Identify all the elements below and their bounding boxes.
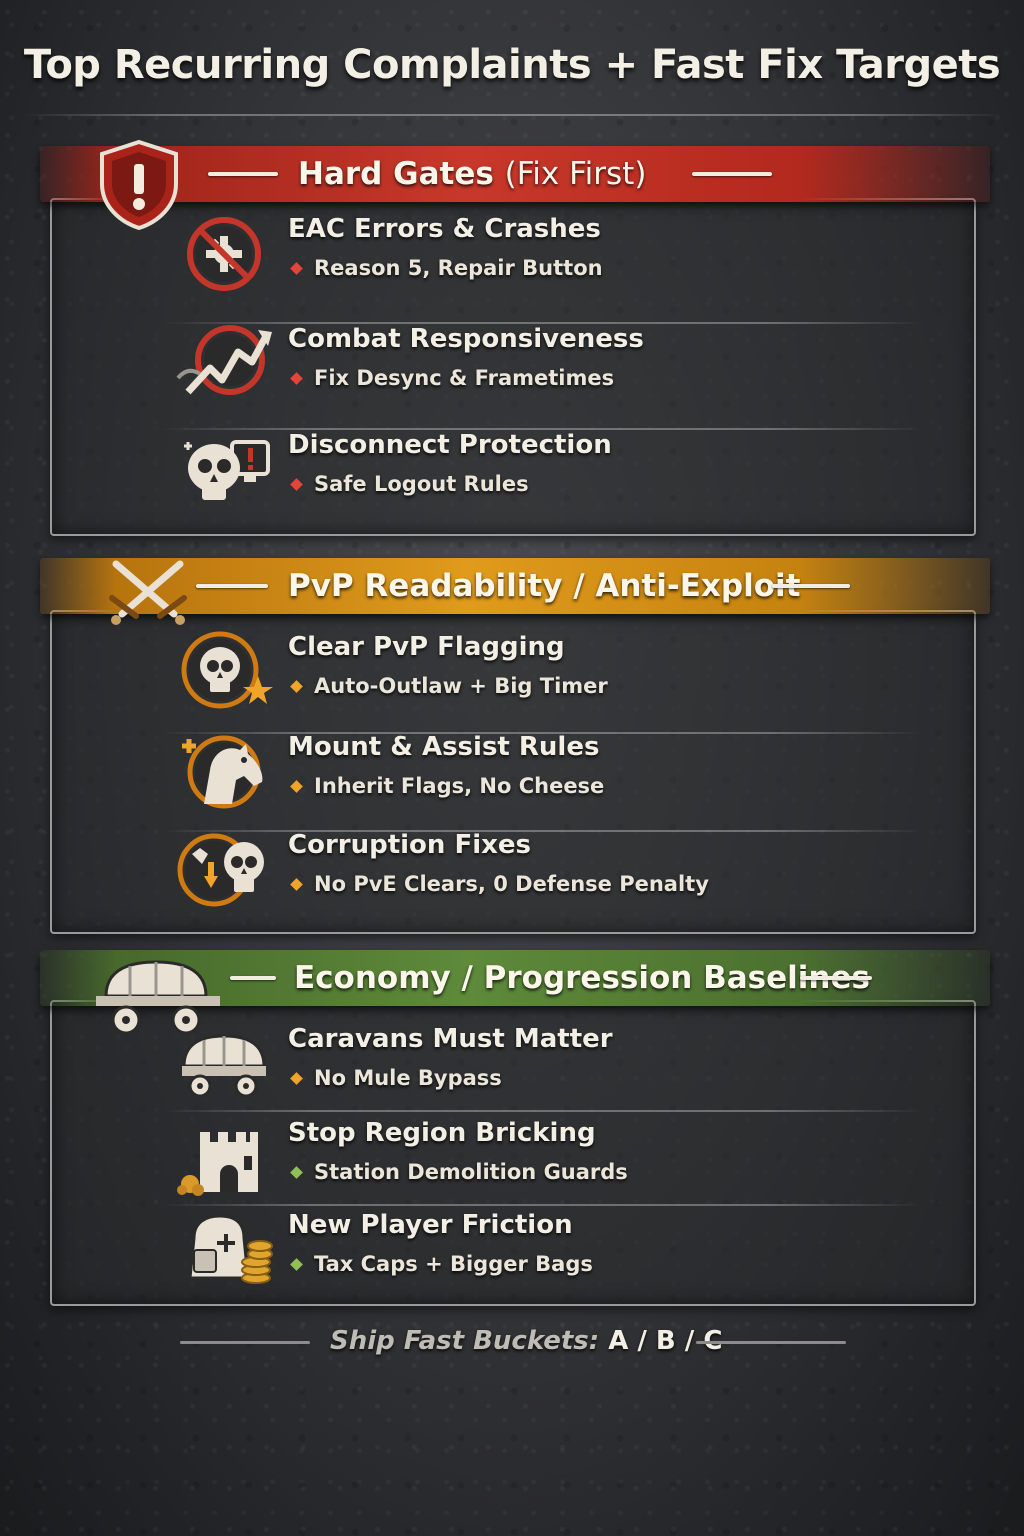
section-label: Economy / Progression Baselines [294,960,870,996]
bullet-diamond-icon [290,680,303,693]
banner-dash [230,976,276,980]
item-title: Mount & Assist Rules [288,732,600,762]
section-economy-banner: Economy / Progression Baselines [40,950,990,1035]
banner-dash [208,172,278,176]
item-detail: Tax Caps + Bigger Bags [314,1252,593,1276]
section-economy-panel: Caravans Must Matter No Mule Bypass Stop… [50,1000,976,1306]
item-title: Caravans Must Matter [288,1024,613,1054]
skull-star-icon [181,631,273,709]
bullet-diamond-icon [290,878,303,891]
list-item: Combat Responsiveness Fix Desync & Frame… [52,312,974,412]
footer-prefix: Ship Fast Buckets: [330,1326,600,1356]
crossed-swords-icon [109,560,187,625]
section-hard-gates-panel: EAC Errors & Crashes Reason 5, Repair Bu… [50,198,976,536]
item-title: Corruption Fixes [288,830,532,860]
footer-divider [696,1341,846,1344]
horse-icon [182,735,263,809]
page-title: Top Recurring Complaints + Fast Fix Targ… [23,42,1001,88]
section-label: Hard Gates [298,156,494,192]
footer-divider [180,1341,310,1344]
corruption-skull-icon [177,833,264,907]
section-sublabel: (Fix First) [504,156,647,192]
banner-dash [692,172,772,176]
lag-spike-icon [176,325,272,395]
banner-dash [772,584,850,588]
banner-dash [800,976,872,980]
bullet-diamond-icon [290,1166,303,1179]
list-item: Corruption Fixes No PvE Clears, 0 Defens… [52,818,974,918]
item-detail: Safe Logout Rules [314,472,529,496]
item-detail: Auto-Outlaw + Big Timer [314,674,608,698]
bullet-diamond-icon [290,478,303,491]
list-item: EAC Errors & Crashes Reason 5, Repair Bu… [52,202,974,302]
footer: Ship Fast Buckets: A / B / C [0,1322,1024,1362]
bullet-diamond-icon [290,1072,303,1085]
list-item: Mount & Assist Rules Inherit Flags, No C… [52,720,974,820]
section-pvp-panel: Clear PvP Flagging Auto-Outlaw + Big Tim… [50,610,976,934]
list-item: Clear PvP Flagging Auto-Outlaw + Big Tim… [52,620,974,720]
item-detail: No Mule Bypass [314,1066,502,1090]
footer-text: Ship Fast Buckets: A / B / C [330,1326,722,1356]
section-label: PvP Readability / Anti-Exploit [288,568,801,604]
bag-coins-icon [188,1214,273,1284]
item-detail: No PvE Clears, 0 Defense Penalty [314,872,709,896]
item-title: Clear PvP Flagging [288,632,565,662]
item-detail: Station Demolition Guards [314,1160,628,1184]
section-hard-gates-banner: Hard Gates (Fix First) [40,139,990,231]
item-detail: Inherit Flags, No Cheese [314,774,605,798]
wagon-icon [96,960,220,1035]
item-title: New Player Friction [288,1210,573,1240]
skull-monitor-icon [184,440,270,500]
item-title: Disconnect Protection [288,430,612,460]
item-detail: Reason 5, Repair Button [314,256,603,280]
item-title: Combat Responsiveness [288,324,644,354]
list-item: New Player Friction Tax Caps + Bigger Ba… [52,1198,974,1298]
bullet-diamond-icon [290,372,303,385]
banner-dash [196,584,268,588]
list-item: Stop Region Bricking Station Demolition … [52,1106,974,1206]
infographic-page: Top Recurring Complaints + Fast Fix Targ… [0,0,1024,1536]
item-detail: Fix Desync & Frametimes [314,366,615,390]
section-title: Hard Gates (Fix First) [298,154,646,194]
item-title: EAC Errors & Crashes [288,214,601,244]
warning-shield-icon [100,139,178,231]
bullet-diamond-icon [290,780,303,793]
section-pvp-banner: PvP Readability / Anti-Exploit [40,558,990,625]
title-divider [22,114,1002,116]
bullet-diamond-icon [290,262,303,275]
list-item: Disconnect Protection Safe Logout Rules [52,418,974,518]
bullet-diamond-icon [290,1258,303,1271]
item-title: Stop Region Bricking [288,1118,596,1148]
castle-icon [177,1132,258,1196]
crash-icon [187,217,261,291]
